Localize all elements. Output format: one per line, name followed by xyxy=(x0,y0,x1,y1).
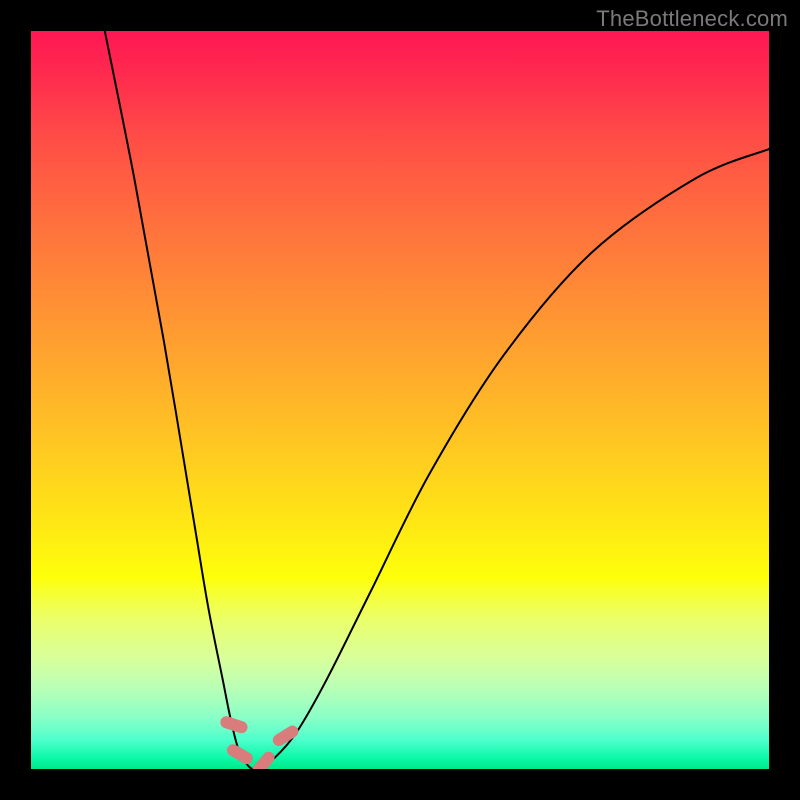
curve-marker xyxy=(219,715,249,735)
curve-marker xyxy=(250,749,277,769)
bottleneck-curve-path xyxy=(105,31,769,769)
curve-markers-group xyxy=(219,715,301,769)
curve-marker xyxy=(271,723,301,748)
chart-plot-area xyxy=(31,31,769,769)
bottleneck-curve-svg xyxy=(31,31,769,769)
curve-marker xyxy=(225,742,255,766)
watermark-text: TheBottleneck.com xyxy=(596,6,788,32)
